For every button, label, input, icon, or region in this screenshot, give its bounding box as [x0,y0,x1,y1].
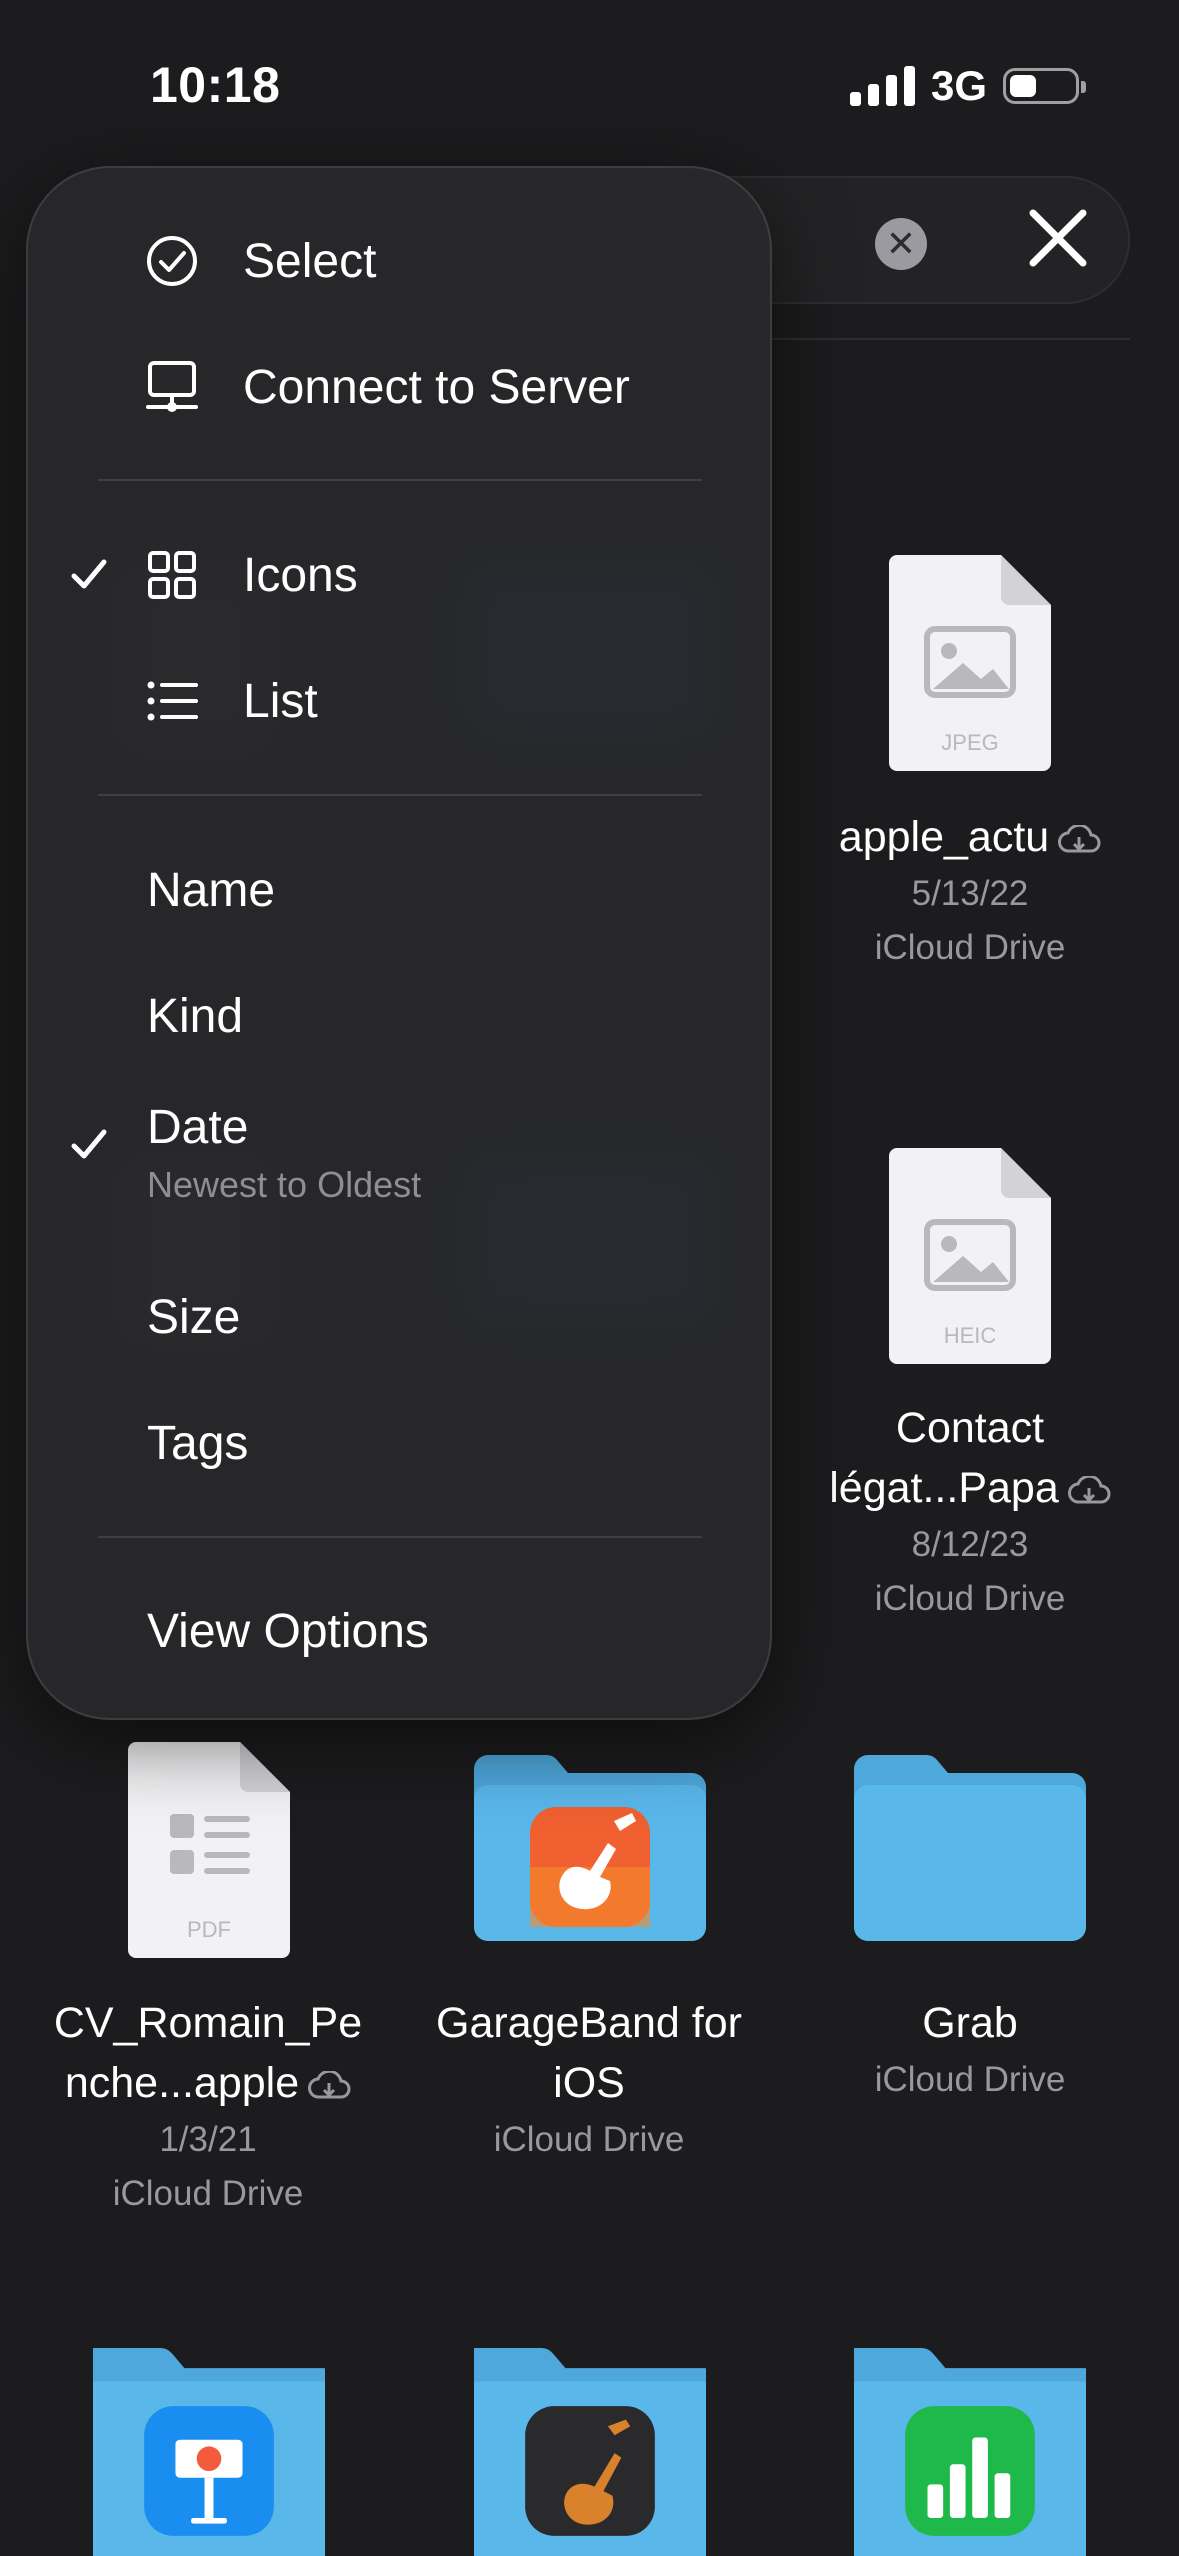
server-icon [146,361,198,412]
folder-item-garageband[interactable]: GarageBand for iOS iCloud Drive [409,1993,769,2167]
menu-item-label: Icons [243,548,358,602]
folder-name: Grab [922,1999,1018,2047]
close-icon[interactable] [1025,205,1091,271]
folder-name-line2: iOS [553,2059,625,2107]
status-indicators: 3G [849,62,1086,110]
folder-item-grab[interactable]: Grab iCloud Drive [790,1993,1150,2107]
menu-item-sort-date[interactable]: Date Newest to Oldest [28,1090,774,1220]
menu-item-label: View Options [147,1604,429,1658]
menu-item-icons[interactable]: Icons [28,525,774,625]
battery-icon [1003,68,1086,104]
garageband-folder-icon[interactable] [474,1755,706,1941]
file-item-cv[interactable]: CV_Romain_Pe nche...apple 1/3/21 iCloud … [28,1993,388,2221]
file-name-line1: Contact [895,1404,1045,1452]
icloud-download-icon [1058,824,1101,853]
file-name: apple_actu [790,807,1150,867]
checkmark-icon [71,559,107,589]
pdf-file-icon[interactable]: PDF [128,1742,290,1958]
menu-item-sort-name[interactable]: Name [28,840,774,940]
menu-separator [98,479,702,481]
menu-item-sort-kind[interactable]: Kind [28,966,774,1066]
status-time: 10:18 [150,57,281,113]
grab-folder-icon[interactable] [854,1755,1086,1941]
icloud-download-icon [1067,1475,1111,1504]
jpeg-file-icon[interactable]: JPEG [889,555,1051,771]
file-date: 5/13/22 [911,874,1029,913]
file-location: iCloud Drive [112,2174,304,2213]
menu-item-label: Tags [147,1416,249,1470]
heic-file-icon[interactable]: HEIC [889,1148,1051,1364]
menu-item-label: Connect to Server [243,360,630,414]
file-location: iCloud Drive [874,928,1066,967]
menu-item-list[interactable]: List [28,651,774,751]
list-icon [147,681,198,721]
menu-separator [98,1536,702,1538]
menu-item-select[interactable]: Select [28,211,774,311]
menu-item-view-options[interactable]: View Options [28,1581,774,1681]
folder-location: iCloud Drive [493,2120,685,2159]
file-name-line2: nche...apple [28,2053,388,2113]
file-date: 1/3/21 [159,2120,257,2159]
sort-order-subtitle: Newest to Oldest [147,1164,422,1205]
file-item-contact[interactable]: Contact légat...Papa 8/12/23 iCloud Driv… [790,1398,1150,1626]
file-name-line2: légat...Papa [790,1458,1150,1518]
network-type: 3G [930,62,987,109]
menu-item-label: List [243,674,318,728]
clear-search-button[interactable]: ✕ [875,218,927,270]
file-type-label: JPEG [941,730,998,755]
icloud-download-icon [308,2070,351,2099]
context-menu: Select Connect to Server Icons List Name… [26,166,772,1720]
file-type-label: PDF [187,1917,231,1942]
menu-item-sort-size[interactable]: Size [28,1267,774,1367]
garageband-app-folder-icon[interactable] [474,2348,706,2556]
menu-item-label: Select [243,234,377,288]
menu-item-label: Kind [147,989,244,1043]
checkmark-icon [71,1129,107,1159]
signal-icon [849,66,915,106]
files-screen: 10:18 3G ✕ JPEG apple_actu 5/13/22 iClou… [0,0,1179,2556]
keynote-folder-icon[interactable] [93,2348,325,2556]
folder-name-line1: GarageBand for [436,1999,742,2047]
checkmark-circle-icon [147,236,197,286]
numbers-folder-icon[interactable] [854,2348,1086,2556]
file-type-label: HEIC [944,1323,997,1348]
file-date: 8/12/23 [911,1525,1029,1564]
menu-item-label: Size [147,1290,241,1344]
folder-location: iCloud Drive [874,2060,1066,2099]
file-location: iCloud Drive [874,1579,1066,1618]
menu-item-label: Date [147,1101,249,1154]
menu-item-label: Name [147,863,276,917]
menu-item-sort-tags[interactable]: Tags [28,1393,774,1493]
grid-icon [148,551,196,599]
menu-separator [98,794,702,796]
file-item-apple-actu[interactable]: apple_actu 5/13/22 iCloud Drive [790,807,1150,975]
file-name-line1: CV_Romain_Pe [53,1999,363,2047]
menu-item-connect-to-server[interactable]: Connect to Server [28,337,774,437]
